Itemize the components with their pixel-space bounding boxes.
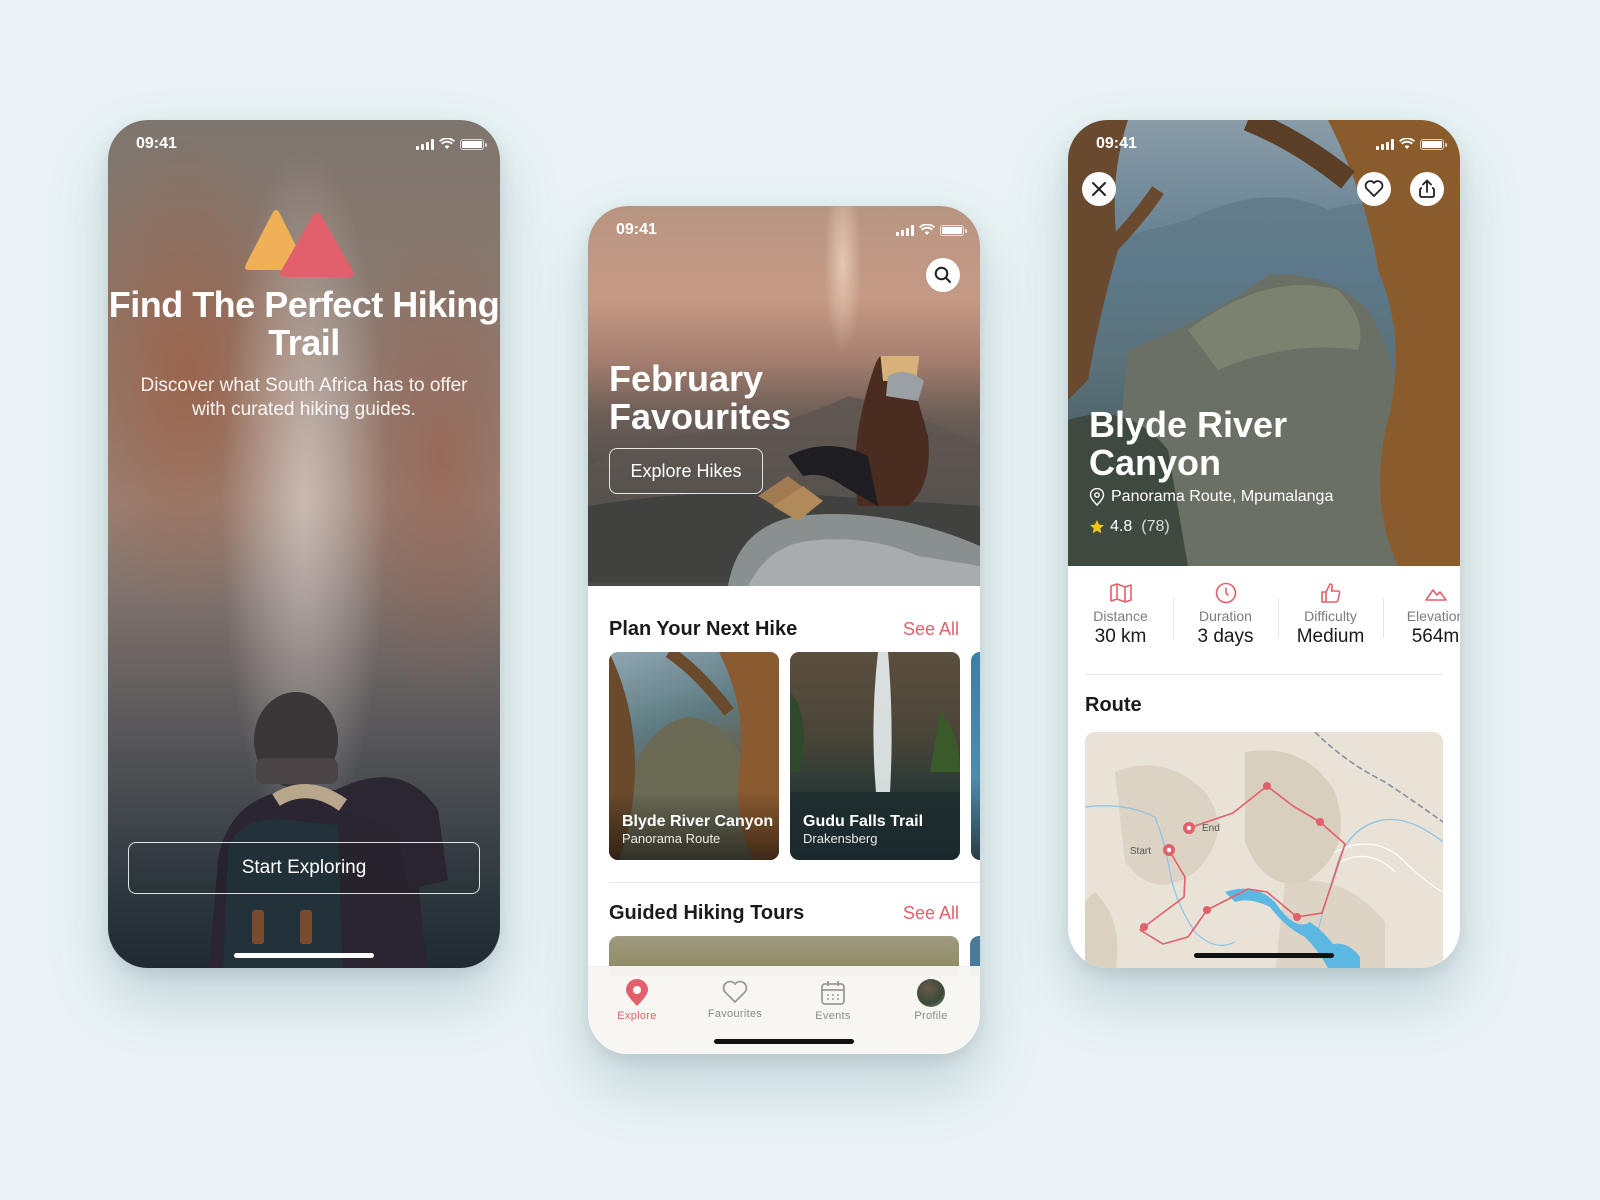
location-pin-icon (1089, 488, 1105, 506)
clock-icon (1215, 582, 1236, 604)
hiker-illustration (209, 692, 448, 968)
status-time: 09:41 (616, 221, 657, 238)
section-header-plan: Plan Your Next Hike See All (609, 618, 959, 641)
hike-card[interactable]: Blyde River Canyon Panorama Route (609, 652, 779, 860)
wifi-icon (439, 138, 455, 149)
share-icon (1419, 179, 1435, 198)
stat-label: Difficulty (1304, 608, 1357, 624)
see-all-link[interactable]: See All (903, 903, 959, 924)
close-icon (1092, 182, 1106, 196)
status-bar: 09:41 (1068, 120, 1460, 168)
stat-value: Medium (1296, 626, 1365, 647)
hero-title: February Favourites (609, 358, 792, 437)
share-button[interactable] (1410, 172, 1444, 206)
battery-icon (1420, 138, 1447, 150)
onboarding-title: Find The Perfect Hiking Trail (108, 284, 500, 363)
thumbs-up-icon (1320, 583, 1340, 603)
onboarding-screen: 09:41 Find The Perfect Hiking Trail Disc… (108, 120, 500, 968)
tab-explore[interactable]: Explore (602, 979, 672, 1054)
battery-icon (460, 138, 487, 150)
tab-label: Profile (914, 1010, 948, 1022)
close-button[interactable] (1082, 172, 1116, 206)
stats-divider (1085, 674, 1443, 675)
start-label: Start (1130, 846, 1151, 857)
map-icon (1109, 583, 1132, 603)
search-icon (934, 266, 951, 283)
map-pin-icon (626, 979, 648, 1006)
section-title: Guided Hiking Tours (609, 902, 805, 924)
review-count: (78) (1141, 518, 1170, 535)
hike-card-carousel[interactable]: Blyde River Canyon Panorama Route Gudu F… (609, 652, 980, 860)
route-title: Route (1085, 694, 1142, 716)
stat-label: Duration (1199, 608, 1252, 624)
end-marker[interactable] (1183, 822, 1195, 834)
calendar-icon (821, 981, 845, 1005)
wifi-icon (1399, 138, 1415, 149)
card-title: Blyde River Canyon (622, 813, 774, 830)
status-bar: 09:41 (108, 120, 500, 168)
section-header-tours: Guided Hiking Tours See All (609, 902, 959, 925)
stat-label: Distance (1093, 608, 1148, 624)
explore-hikes-button[interactable]: Explore Hikes (609, 448, 763, 494)
wifi-icon (919, 224, 935, 235)
signal-icon (896, 224, 914, 236)
start-marker[interactable] (1163, 844, 1175, 856)
onboarding-subtitle: Discover what South Africa has to offer … (140, 375, 468, 420)
trail-stats: Distance 30 km Duration 3 days Difficult… (1068, 582, 1460, 648)
explore-screen: 09:41 February Favourites Explore Hikes … (588, 206, 980, 1054)
search-button[interactable] (926, 258, 960, 292)
home-indicator (234, 953, 374, 958)
favourite-button[interactable] (1357, 172, 1391, 206)
heart-icon (722, 980, 748, 1003)
stat-distance: Distance 30 km (1068, 582, 1173, 648)
star-icon (1090, 520, 1104, 534)
home-indicator (1194, 953, 1334, 958)
tab-label: Favourites (707, 1008, 763, 1020)
end-label: End (1202, 823, 1220, 834)
trail-title: Blyde River Canyon (1089, 404, 1288, 483)
trail-rating: 4.8 (78) (1089, 518, 1170, 536)
status-time: 09:41 (1096, 135, 1137, 152)
start-exploring-button[interactable]: Start Exploring (128, 842, 480, 894)
status-bar: 09:41 (588, 206, 980, 254)
heart-icon (1364, 180, 1384, 197)
section-title: Plan Your Next Hike (609, 618, 798, 640)
status-time: 09:41 (136, 135, 177, 152)
see-all-link[interactable]: See All (903, 619, 959, 640)
card-subtitle: Panorama Route (622, 831, 721, 846)
stat-elevation: Elevation 564m (1383, 582, 1460, 648)
stat-value: 30 km (1094, 626, 1147, 647)
section-divider (609, 882, 980, 883)
stat-value: 564m (1411, 626, 1460, 647)
tab-label: Explore (617, 1010, 657, 1022)
card-title: Gudu Falls Trail (803, 813, 924, 830)
stat-duration: Duration 3 days (1173, 582, 1278, 648)
tab-label: Events (815, 1010, 851, 1022)
route-map-canvas: Start End (1085, 732, 1443, 968)
signal-icon (416, 138, 434, 150)
signal-icon (1376, 138, 1394, 150)
stat-label: Elevation (1406, 608, 1460, 624)
location-text: Panorama Route, Mpumalanga (1111, 488, 1334, 505)
avatar (917, 979, 945, 1007)
stat-difficulty: Difficulty Medium (1278, 582, 1383, 648)
battery-icon (940, 224, 967, 236)
trail-location: Panorama Route, Mpumalanga (1089, 488, 1333, 506)
stat-value: 3 days (1197, 626, 1254, 647)
home-indicator (714, 1039, 854, 1044)
app-logo-icon (245, 210, 354, 277)
rating-value: 4.8 (1110, 518, 1133, 535)
card-subtitle: Drakensberg (803, 831, 878, 846)
route-map[interactable]: Start End (1085, 732, 1443, 968)
mountain-icon (1424, 589, 1447, 601)
hike-card-partial[interactable] (971, 652, 980, 860)
hike-card[interactable]: Gudu Falls Trail Drakensberg (790, 652, 960, 860)
trail-detail-screen: 09:41 Blyde River Canyon Panorama Route,… (1068, 120, 1460, 968)
tab-profile[interactable]: Profile (896, 979, 966, 1054)
